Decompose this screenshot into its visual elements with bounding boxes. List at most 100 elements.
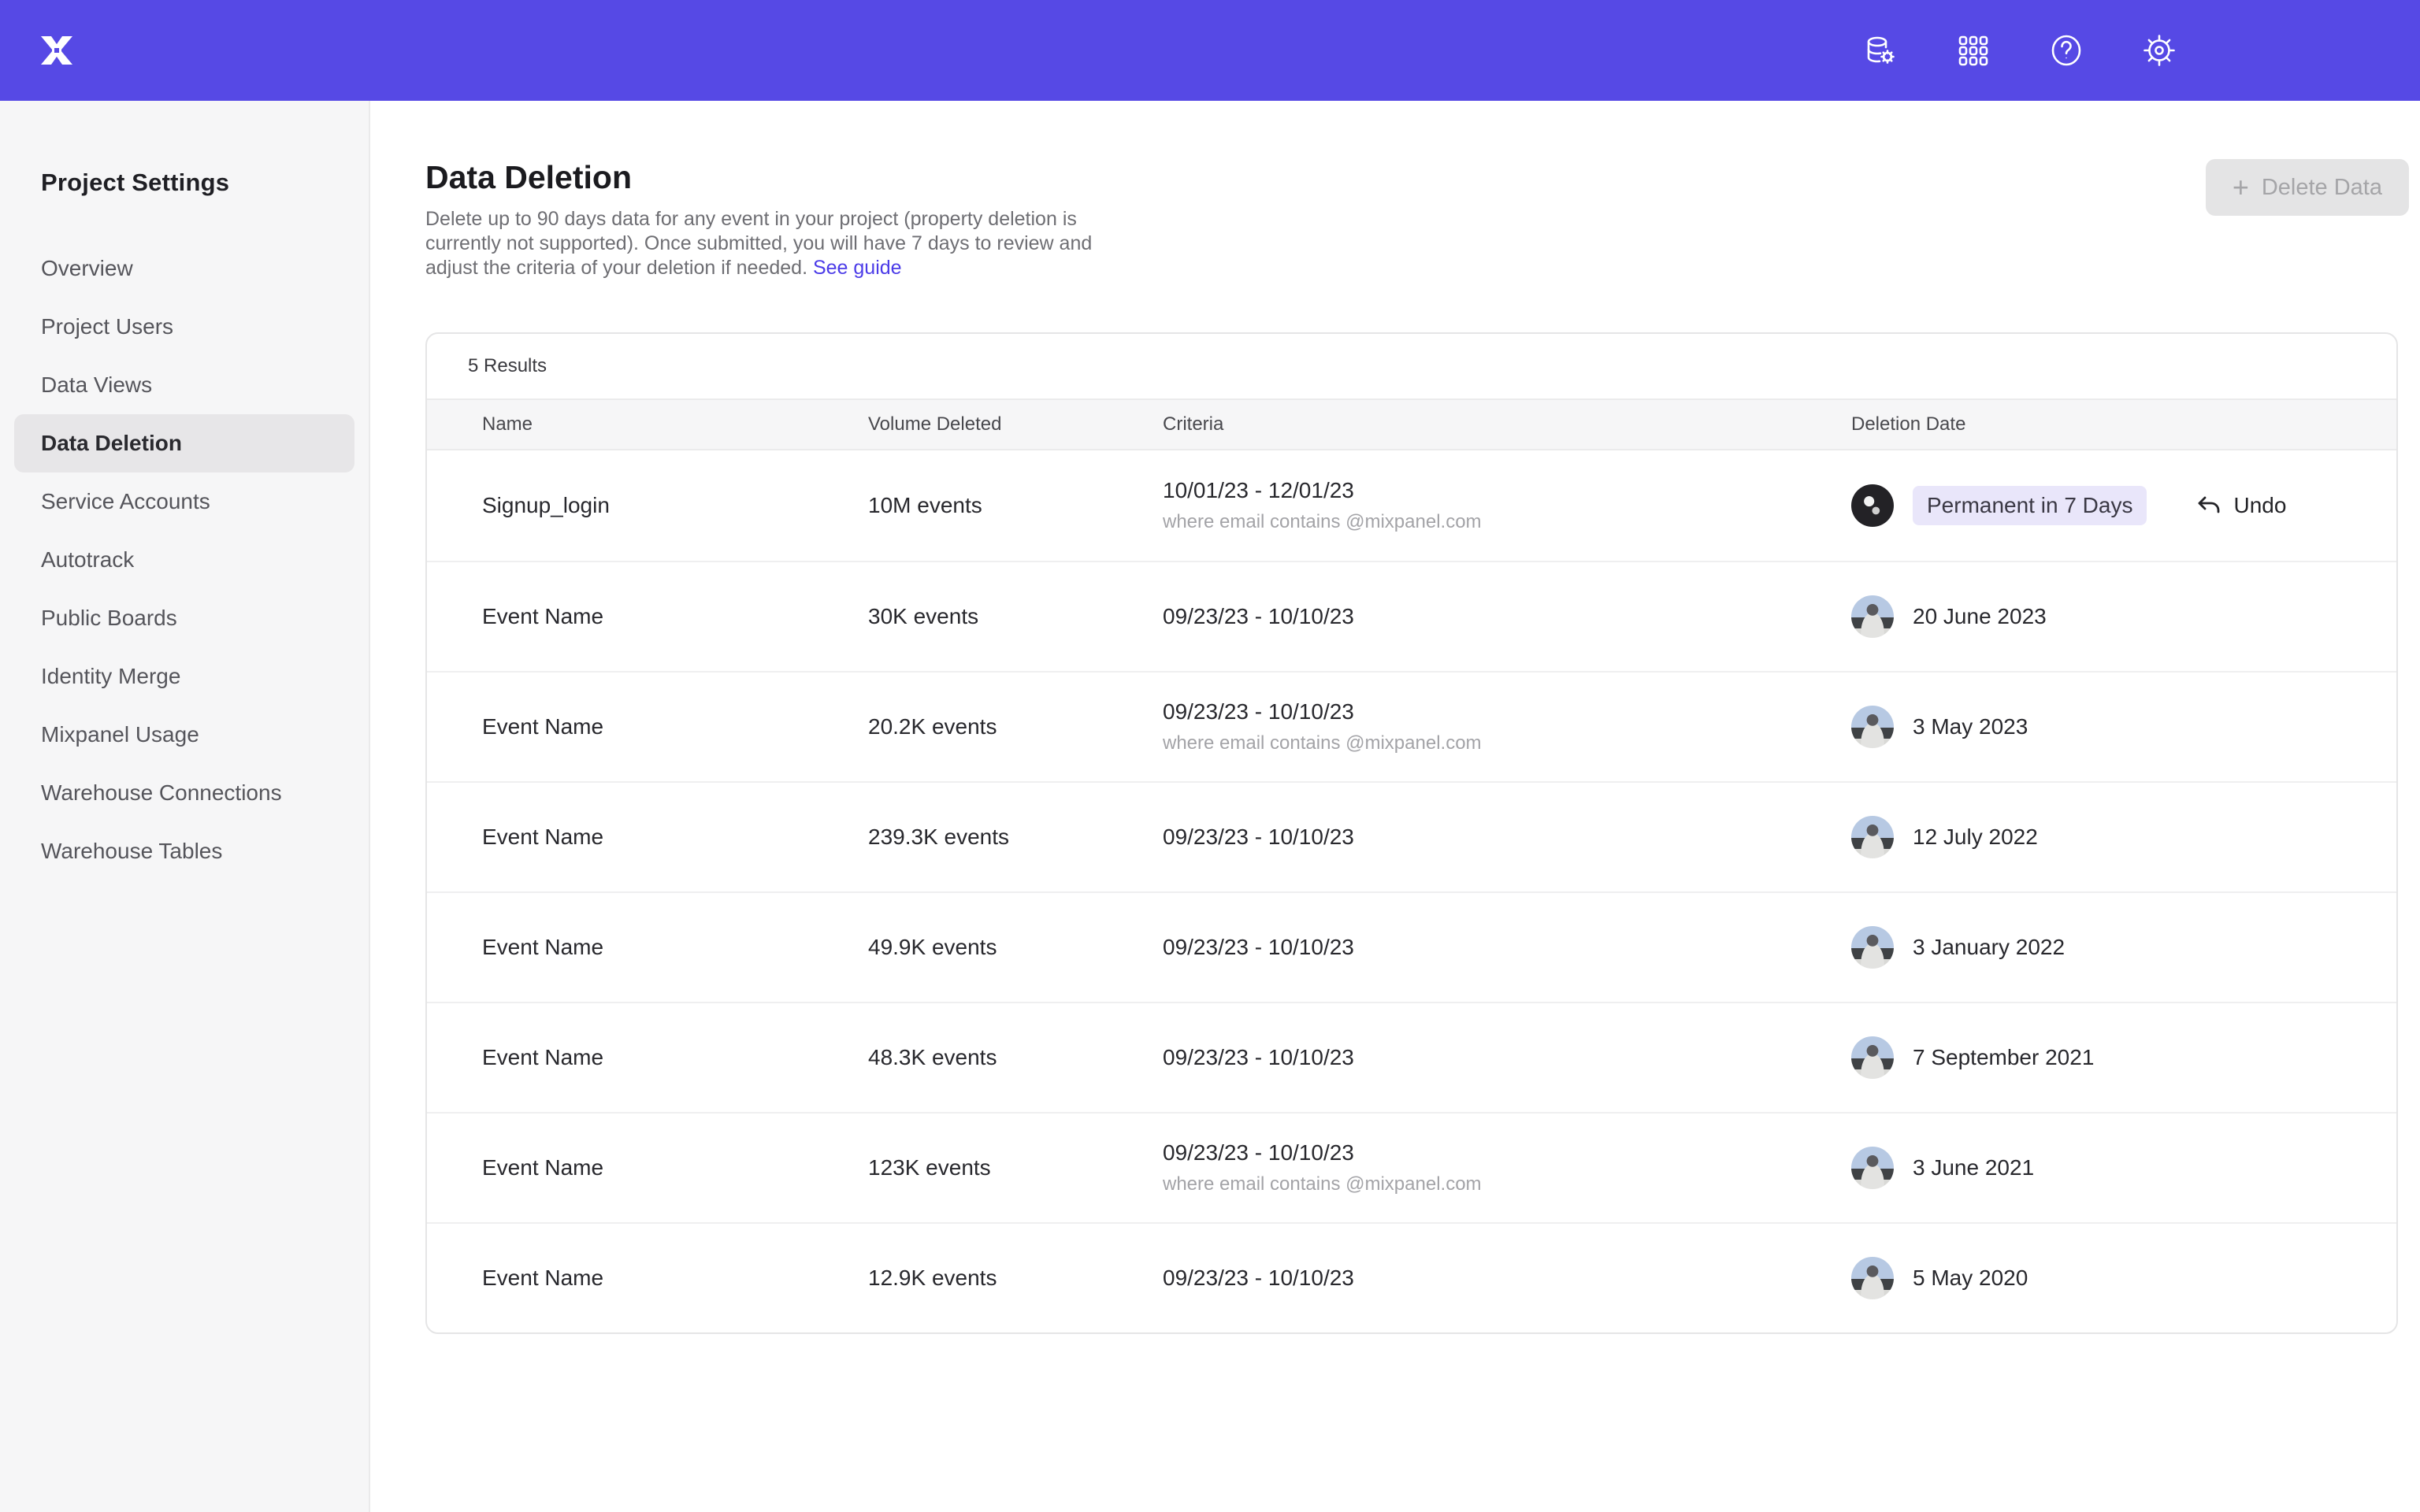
undo-icon <box>2195 492 2222 519</box>
deletion-date-text: 20 June 2023 <box>1913 604 2047 629</box>
cell-event-name: Event Name <box>482 1155 868 1180</box>
sidebar-item-autotrack[interactable]: Autotrack <box>14 531 354 589</box>
table-column-header-row: NameVolume DeletedCriteriaDeletion Date <box>427 398 2396 450</box>
sidebar-item-warehouse-connections[interactable]: Warehouse Connections <box>14 764 354 822</box>
cell-volume-deleted: 20.2K events <box>868 714 1163 739</box>
column-header-volume-deleted: Volume Deleted <box>868 413 1163 435</box>
page-title: Data Deletion <box>425 159 1122 196</box>
criteria-date-range: 09/23/23 - 10/10/23 <box>1163 604 1851 629</box>
delete-data-button[interactable]: + Delete Data <box>2206 159 2409 216</box>
sidebar-nav: OverviewProject UsersData ViewsData Dele… <box>0 239 369 880</box>
cell-deletion-date: Permanent in 7 DaysUndo <box>1851 484 2396 527</box>
sidebar-item-project-users[interactable]: Project Users <box>14 298 354 356</box>
cell-volume-deleted: 12.9K events <box>868 1266 1163 1291</box>
column-header-criteria: Criteria <box>1163 413 1851 435</box>
cell-volume-deleted: 239.3K events <box>868 825 1163 850</box>
cell-volume-deleted: 49.9K events <box>868 935 1163 960</box>
apps-grid-icon[interactable] <box>1954 31 1993 70</box>
table-row: Event Name12.9K events09/23/23 - 10/10/2… <box>427 1222 2396 1332</box>
deletion-date-text: 7 September 2021 <box>1913 1045 2094 1070</box>
cell-event-name: Event Name <box>482 935 868 960</box>
criteria-date-range: 09/23/23 - 10/10/23 <box>1163 825 1851 850</box>
cell-deletion-date: 3 May 2023 <box>1851 706 2396 748</box>
cell-criteria: 10/01/23 - 12/01/23 where email contains … <box>1163 478 1851 533</box>
criteria-filter: where email contains @mixpanel.com <box>1163 732 1851 754</box>
table-row: Event Name30K events09/23/23 - 10/10/23 2… <box>427 561 2396 671</box>
table-row: Event Name48.3K events09/23/23 - 10/10/2… <box>427 1002 2396 1112</box>
main-content: Data Deletion Delete up to 90 days data … <box>370 101 2420 1512</box>
cell-event-name: Event Name <box>482 825 868 850</box>
sidebar-item-warehouse-tables[interactable]: Warehouse Tables <box>14 822 354 880</box>
sidebar-item-data-views[interactable]: Data Views <box>14 356 354 414</box>
deletion-date-text: 3 May 2023 <box>1913 714 2028 739</box>
user-avatar <box>1851 816 1894 858</box>
cell-deletion-date: 7 September 2021 <box>1851 1036 2396 1079</box>
cell-event-name: Event Name <box>482 1266 868 1291</box>
cell-volume-deleted: 10M events <box>868 493 1163 518</box>
plus-icon: + <box>2233 173 2249 202</box>
user-avatar <box>1851 484 1894 527</box>
user-avatar <box>1851 1036 1894 1079</box>
table-row: Signup_login10M events10/01/23 - 12/01/2… <box>427 450 2396 561</box>
criteria-filter: where email contains @mixpanel.com <box>1163 511 1851 533</box>
cell-event-name: Event Name <box>482 714 868 739</box>
sidebar-title: Project Settings <box>41 169 369 197</box>
cell-criteria: 09/23/23 - 10/10/23 <box>1163 935 1851 960</box>
cell-event-name: Event Name <box>482 604 868 629</box>
page-header-text: Data Deletion Delete up to 90 days data … <box>425 159 1122 280</box>
sidebar-item-overview[interactable]: Overview <box>14 239 354 298</box>
undo-button[interactable]: Undo <box>2195 492 2286 519</box>
criteria-date-range: 10/01/23 - 12/01/23 <box>1163 478 1851 503</box>
user-avatar <box>1851 1257 1894 1299</box>
cell-criteria: 09/23/23 - 10/10/23 where email contains … <box>1163 1140 1851 1195</box>
criteria-date-range: 09/23/23 - 10/10/23 <box>1163 1045 1851 1070</box>
cell-criteria: 09/23/23 - 10/10/23where email contains … <box>1163 699 1851 754</box>
page-description: Delete up to 90 days data for any event … <box>425 207 1122 280</box>
sidebar-item-public-boards[interactable]: Public Boards <box>14 589 354 647</box>
cell-criteria: 09/23/23 - 10/10/23 <box>1163 1045 1851 1070</box>
criteria-date-range: 09/23/23 - 10/10/23 <box>1163 935 1851 960</box>
cell-criteria: 09/23/23 - 10/10/23 <box>1163 1266 1851 1291</box>
see-guide-link[interactable]: See guide <box>813 257 902 279</box>
page-header: Data Deletion Delete up to 90 days data … <box>425 159 2409 280</box>
sidebar-item-mixpanel-usage[interactable]: Mixpanel Usage <box>14 706 354 764</box>
sidebar-item-identity-merge[interactable]: Identity Merge <box>14 647 354 706</box>
cell-deletion-date: 20 June 2023 <box>1851 595 2396 638</box>
table-body: Signup_login10M events10/01/23 - 12/01/2… <box>427 450 2396 1332</box>
deletion-date-text: 5 May 2020 <box>1913 1266 2028 1291</box>
results-count: 5 Results <box>427 334 2396 398</box>
table-row: Event Name239.3K events09/23/23 - 10/10/… <box>427 781 2396 891</box>
criteria-date-range: 09/23/23 - 10/10/23 <box>1163 1266 1851 1291</box>
cell-deletion-date: 3 June 2021 <box>1851 1147 2396 1189</box>
sidebar-item-data-deletion[interactable]: Data Deletion <box>14 414 354 472</box>
cell-criteria: 09/23/23 - 10/10/23 <box>1163 825 1851 850</box>
project-settings-sidebar: Project Settings OverviewProject UsersDa… <box>0 101 370 1512</box>
table-row: Event Name123K events09/23/23 - 10/10/23… <box>427 1112 2396 1222</box>
cell-volume-deleted: 48.3K events <box>868 1045 1163 1070</box>
undo-label: Undo <box>2233 493 2286 518</box>
top-navigation-bar <box>0 0 2420 101</box>
criteria-filter: where email contains @mixpanel.com <box>1163 1173 1851 1195</box>
page-description-text: Delete up to 90 days data for any event … <box>425 208 1092 279</box>
criteria-date-range: 09/23/23 - 10/10/23 <box>1163 1140 1851 1166</box>
data-settings-icon[interactable] <box>1861 31 1900 70</box>
column-header-name: Name <box>482 413 868 435</box>
table-row: Event Name49.9K events09/23/23 - 10/10/2… <box>427 891 2396 1002</box>
deletion-date-text: 12 July 2022 <box>1913 825 2038 850</box>
cell-deletion-date: 12 July 2022 <box>1851 816 2396 858</box>
settings-gear-icon[interactable] <box>2140 31 2179 70</box>
user-avatar <box>1851 926 1894 969</box>
user-avatar <box>1851 1147 1894 1189</box>
deletion-requests-table-card: 5 Results NameVolume DeletedCriteriaDele… <box>425 332 2398 1334</box>
sidebar-item-service-accounts[interactable]: Service Accounts <box>14 472 354 531</box>
mixpanel-logo[interactable] <box>35 28 79 72</box>
deletion-date-text: 3 June 2021 <box>1913 1155 2034 1180</box>
table-row: Event Name20.2K events09/23/23 - 10/10/2… <box>427 671 2396 781</box>
help-icon[interactable] <box>2047 31 2086 70</box>
topbar-icons <box>1861 31 2179 70</box>
delete-data-button-label: Delete Data <box>2262 175 2382 201</box>
cell-volume-deleted: 123K events <box>868 1155 1163 1180</box>
app-shell: Project Settings OverviewProject UsersDa… <box>0 101 2420 1512</box>
user-avatar <box>1851 706 1894 748</box>
cell-volume-deleted: 30K events <box>868 604 1163 629</box>
